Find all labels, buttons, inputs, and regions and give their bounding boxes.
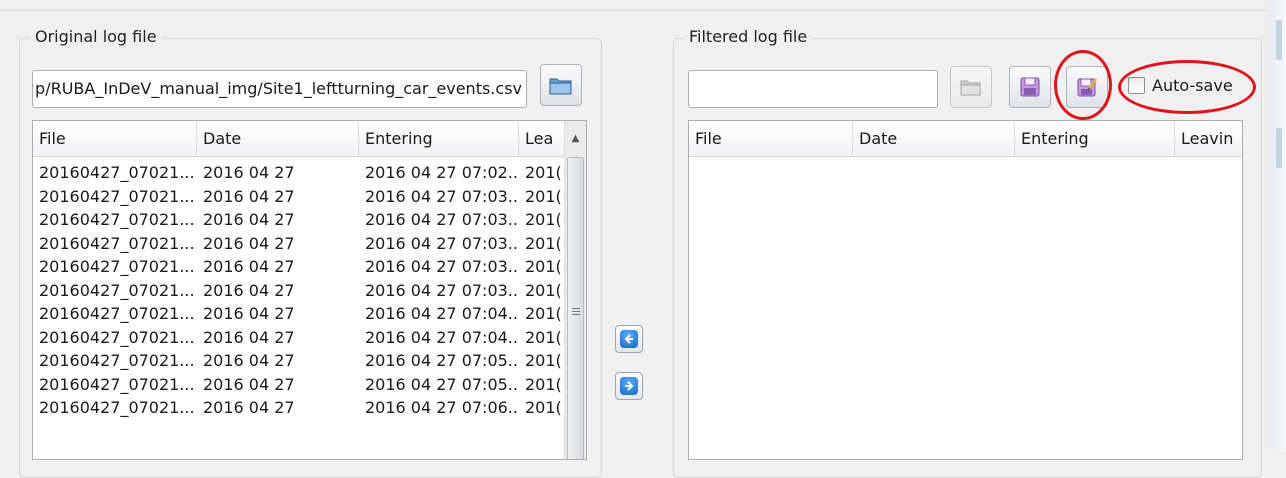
- table-cell: 201(: [525, 327, 562, 347]
- column-header-date[interactable]: Date: [853, 121, 1015, 157]
- original-table-rows: 20160427_07021... 2016 04 27 2016 04 27 07…: [33, 161, 569, 420]
- original-log-table[interactable]: File Date Entering Lea 20160427_07021...…: [32, 120, 587, 460]
- table-cell: 201(: [525, 374, 562, 394]
- folder-open-icon: [549, 78, 572, 95]
- table-cell: 201(: [525, 186, 562, 206]
- table-cell: 201(: [525, 210, 562, 229]
- table-cell: 20160427_07021...: [39, 186, 195, 206]
- column-header-entering[interactable]: Entering: [1015, 121, 1175, 157]
- window-edge: [1270, 0, 1286, 452]
- table-cell: 2016 04 27: [203, 398, 295, 417]
- table-cell: 2016 04 27 07:02...: [365, 163, 519, 182]
- table-row[interactable]: 20160427_07021... 2016 04 27 2016 04 27 07…: [33, 279, 569, 303]
- table-cell: 2016 04 27 07:03...: [365, 257, 519, 276]
- table-cell: 2016 04 27: [203, 304, 295, 323]
- filtered-table-header: File Date Entering Leavin: [689, 121, 1242, 157]
- table-cell: 20160427_07021...: [39, 280, 195, 300]
- table-cell: 2016 04 27: [203, 257, 295, 276]
- table-cell: 20160427_07021...: [39, 210, 195, 229]
- table-cell: 2016 04 27: [203, 374, 295, 394]
- original-path-value: p/RUBA_InDeV_manual_img/Site1_leftturnin…: [35, 79, 522, 98]
- table-row[interactable]: 20160427_07021... 2016 04 27 2016 04 27 07…: [33, 161, 569, 185]
- arrow-left-icon: [620, 330, 638, 348]
- save-icon: [1020, 77, 1040, 97]
- column-header-file[interactable]: File: [689, 121, 853, 157]
- table-row[interactable]: 20160427_07021... 2016 04 27 2016 04 27 07…: [33, 255, 569, 279]
- filtered-log-title: Filtered log file: [684, 27, 813, 46]
- table-cell: 201(: [525, 233, 562, 253]
- original-path-field[interactable]: p/RUBA_InDeV_manual_img/Site1_leftturnin…: [32, 70, 527, 108]
- table-cell: 20160427_07021...: [39, 374, 195, 394]
- table-cell: 2016 04 27: [203, 163, 295, 182]
- table-cell: 201(: [525, 398, 562, 417]
- annotation-circle-saveas: [1054, 50, 1112, 120]
- table-cell: 2016 04 27 07:03...: [365, 280, 519, 300]
- arrow-right-icon: [620, 377, 638, 395]
- column-header-entering[interactable]: Entering: [359, 121, 519, 157]
- move-left-button[interactable]: [615, 325, 643, 353]
- table-row[interactable]: 20160427_07021... 2016 04 27 2016 04 27 07…: [33, 302, 569, 326]
- table-row[interactable]: 20160427_07021... 2016 04 27 2016 04 27 07…: [33, 185, 569, 209]
- move-right-button[interactable]: [615, 372, 643, 400]
- annotation-circle-autosave: [1118, 60, 1256, 114]
- table-cell: 2016 04 27 07:04...: [365, 327, 519, 347]
- table-row[interactable]: 20160427_07021... 2016 04 27 2016 04 27 07…: [33, 232, 569, 256]
- table-cell: 2016 04 27: [203, 327, 295, 347]
- folder-open-icon: [960, 80, 981, 96]
- table-row[interactable]: 20160427_07021... 2016 04 27 2016 04 27 07…: [33, 349, 569, 373]
- table-cell: 20160427_07021...: [39, 327, 195, 347]
- table-cell: 20160427_07021...: [39, 163, 195, 182]
- filtered-path-field[interactable]: [688, 70, 938, 108]
- scroll-up-icon[interactable]: ▲: [565, 121, 586, 155]
- column-header-leaving[interactable]: Leavin: [1175, 121, 1242, 157]
- table-cell: 2016 04 27: [203, 186, 295, 206]
- table-cell: 2016 04 27 07:05...: [365, 374, 519, 394]
- table-cell: 201(: [525, 280, 562, 300]
- table-cell: 2016 04 27: [203, 233, 295, 253]
- table-cell: 201(: [525, 163, 562, 182]
- table-cell: 2016 04 27 07:05...: [365, 351, 519, 370]
- table-row[interactable]: 20160427_07021... 2016 04 27 2016 04 27 07…: [33, 396, 569, 420]
- open-original-button[interactable]: [540, 64, 582, 106]
- original-table-header: File Date Entering Lea: [33, 121, 569, 157]
- table-cell: 2016 04 27: [203, 210, 295, 229]
- table-cell: 2016 04 27: [203, 280, 295, 300]
- table-row[interactable]: 20160427_07021... 2016 04 27 2016 04 27 07…: [33, 326, 569, 350]
- table-cell: 20160427_07021...: [39, 257, 195, 276]
- table-cell: 20160427_07021...: [39, 233, 195, 253]
- table-cell: 201(: [525, 351, 562, 370]
- table-cell: 2016 04 27 07:03...: [365, 233, 519, 253]
- table-cell: 2016 04 27 07:04...: [365, 304, 519, 323]
- table-cell: 201(: [525, 257, 562, 276]
- table-cell: 2016 04 27 07:03...: [365, 186, 519, 206]
- column-header-file[interactable]: File: [33, 121, 197, 157]
- column-header-date[interactable]: Date: [197, 121, 359, 157]
- table-cell: 20160427_07021...: [39, 304, 195, 323]
- table-cell: 201(: [525, 304, 562, 323]
- original-table-scrollbar[interactable]: ▲: [564, 121, 586, 459]
- scrollbar-thumb[interactable]: [567, 157, 584, 459]
- table-row[interactable]: 20160427_07021... 2016 04 27 2016 04 27 07…: [33, 208, 569, 232]
- table-cell: 2016 04 27: [203, 351, 295, 370]
- column-header-leaving[interactable]: Lea: [519, 121, 569, 157]
- table-cell: 2016 04 27 07:03...: [365, 210, 519, 229]
- save-button[interactable]: [1009, 66, 1051, 108]
- table-cell: 20160427_07021...: [39, 351, 195, 370]
- table-row[interactable]: 20160427_07021... 2016 04 27 2016 04 27 07…: [33, 373, 569, 397]
- open-filtered-button[interactable]: [950, 66, 992, 108]
- table-cell: 2016 04 27 07:06...: [365, 398, 519, 417]
- table-cell: 20160427_07021...: [39, 398, 195, 417]
- top-divider: [0, 10, 1270, 11]
- original-log-title: Original log file: [30, 27, 162, 46]
- filtered-log-table[interactable]: File Date Entering Leavin: [688, 120, 1243, 460]
